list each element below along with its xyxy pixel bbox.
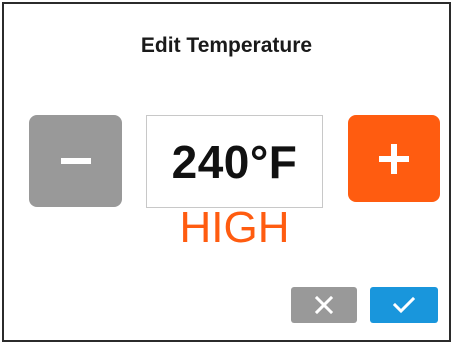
- temperature-display: 240°F: [146, 115, 323, 208]
- decrease-temperature-button[interactable]: [29, 115, 122, 207]
- temperature-level-label: HIGH: [179, 203, 290, 252]
- close-icon: [315, 296, 333, 314]
- increase-temperature-button[interactable]: [348, 115, 440, 202]
- cancel-button[interactable]: [291, 287, 357, 323]
- edit-temperature-dialog: Edit Temperature 240°F HIGH: [2, 2, 451, 342]
- minus-icon: [60, 158, 91, 164]
- temperature-value: 240°F: [171, 135, 298, 188]
- checkmark-icon: [393, 296, 415, 314]
- plus-icon: [379, 143, 409, 174]
- dialog-title: Edit Temperature: [140, 34, 313, 57]
- confirm-button[interactable]: [370, 287, 438, 323]
